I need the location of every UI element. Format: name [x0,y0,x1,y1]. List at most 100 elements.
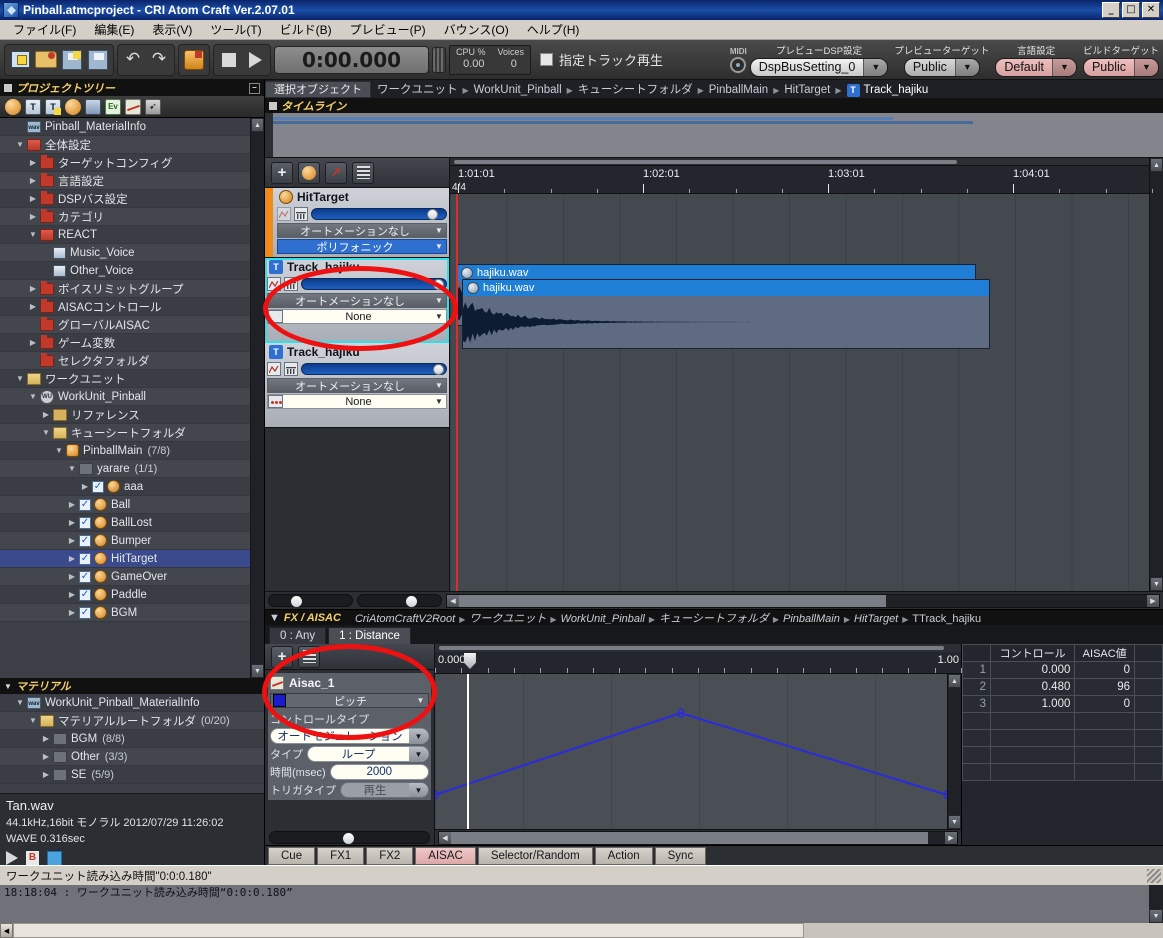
tree-item-yarare[interactable]: ▼ yarare (1/1) [0,460,250,478]
timeline-ruler[interactable]: 1:01:011:02:011:03:011:04:012:04/4 [450,166,1153,194]
breadcrumb-item-4[interactable]: HitTarget [784,84,830,96]
expander-open-icon[interactable]: ▼ [26,392,40,401]
aisac-horizontal-scrollbar[interactable]: ◀ ▶ [438,830,958,845]
tree-item-[interactable]: ▼ 全体設定 [0,136,250,154]
aisac-color-swatch[interactable] [273,694,286,707]
timeline-playhead[interactable] [456,194,458,591]
combo-box[interactable]: Public ▼ [903,57,980,77]
automation-icon[interactable] [277,207,291,221]
table-cell-control[interactable]: 0.480 [989,678,1076,696]
waveform-clip[interactable]: hajiku.wav [462,279,990,349]
open-project-icon[interactable] [34,48,58,72]
timeline-top-scrollbar[interactable] [450,158,1149,166]
breadcrumb-item-3[interactable]: PinballMain [709,84,768,96]
aisac-graph-vertical-scrollbar[interactable]: ▲ ▼ [947,674,961,829]
table-cell-empty[interactable] [989,746,1076,764]
breadcrumb-item-5[interactable]: HitTarget [854,613,898,625]
table-cell-empty[interactable] [962,729,991,747]
tree-item-workunitpinball[interactable]: ▼ WU WorkUnit_Pinball [0,388,250,406]
volume-knob[interactable] [433,279,444,290]
timeline-vertical-scrollbar[interactable]: ▲ ▼ [1149,158,1163,591]
automation-view-button[interactable]: ↗ [325,161,347,184]
track-headers[interactable]: HitTarget オートメーションなし ▼ ポリフォニック ▼ T Track_hajik… [265,188,449,428]
cue-icon[interactable] [65,98,81,115]
menu-item-7[interactable]: ヘルプ(H) [518,19,589,40]
sequence-icon[interactable] [85,98,101,115]
tree-item-gameover[interactable]: ▶ ✓ GameOver [0,568,250,586]
bottom-tabs[interactable]: Cue FX1 FX2 AISAC Selector/Random Action Sync [265,845,1163,865]
log-horizontal-scrollbar[interactable]: ◀ [0,923,1163,938]
aisac-target-combo[interactable]: ピッチ ▼ [270,693,429,708]
save-as-icon[interactable] [60,48,84,72]
expander-closed-icon[interactable]: ▶ [26,302,40,311]
menu-item-3[interactable]: ツール(T) [201,19,270,40]
undo-icon[interactable]: ↶ [121,48,145,72]
table-cell-index[interactable]: 3 [962,695,991,713]
expander-open-icon[interactable]: ▼ [65,464,79,473]
table-cell-index[interactable]: 1 [962,661,991,679]
track-header-0[interactable]: HitTarget オートメーションなし ▼ ポリフォニック ▼ [265,188,449,258]
aisac-point-table[interactable]: コントロール AISAC値 1 0.000 0 2 0.480 96 3 1.000 0 [961,644,1163,845]
track-automation-combo[interactable]: オートメーションなし ▼ [267,293,447,308]
tree-item-bgm[interactable]: ▶ BGM (8/8) [0,730,264,748]
breadcrumb-item-2[interactable]: WorkUnit_Pinball [561,613,645,625]
breadcrumb-item-0[interactable]: CriAtomCraftV2Root [355,613,455,625]
tree-item-checkbox[interactable]: ✓ [79,606,91,619]
bottom-tab-selector-random[interactable]: Selector/Random [477,846,593,865]
tree-item-pinballmaterialinfo[interactable]: wav Pinball_MaterialInfo [0,118,250,136]
tree-item-balllost[interactable]: ▶ ✓ BallLost [0,514,250,532]
tree-item-checkbox[interactable]: ✓ [79,570,91,583]
aisac-graph[interactable] [435,674,947,829]
timeline-scroll-down-button[interactable]: ▼ [1150,577,1163,591]
aisac-control-tabs[interactable]: 0 : Any 1 : Distance [265,625,1163,644]
aisac-graph-top-scrollbar[interactable] [435,644,961,652]
material-collapse-icon[interactable]: ▼ [4,682,12,691]
tree-item-dsp[interactable]: ▶ DSPバス設定 [0,190,250,208]
table-cell-empty[interactable] [989,763,1076,781]
clip-header[interactable]: hajiku.wav [463,280,989,296]
selected-object-button[interactable]: 選択オブジェクト [265,80,371,98]
timeline-overview[interactable] [265,113,1163,158]
tree-item-[interactable]: ▶ ボイスリミットグループ [0,280,250,298]
tree-item-pinballmain[interactable]: ▼ PinballMain (7/8) [0,442,250,460]
track-volume-slider[interactable] [301,278,447,290]
tree-item-[interactable]: ▶ 言語設定 [0,172,250,190]
track-second-combo[interactable]: ポリフォニック ▼ [277,239,447,254]
chevron-down-icon[interactable]: ▼ [954,58,979,76]
breadcrumb-item-1[interactable]: ワークユニット [469,613,546,625]
combo-box[interactable]: DspBusSetting_0 ▼ [749,57,889,77]
chevron-down-icon[interactable]: ▼ [432,296,446,305]
tree-item-checkbox[interactable]: ✓ [92,480,104,493]
new-cue-icon[interactable] [5,98,21,115]
hscroll-left-button[interactable]: ◀ [447,594,459,607]
mute-icon[interactable] [284,277,298,291]
table-row-empty[interactable] [962,763,1163,781]
table-cell-empty[interactable] [1134,763,1163,781]
tree-item-[interactable]: セレクタフォルダ [0,352,250,370]
project-tree-scrollbar[interactable]: ▲ ▼ [250,118,264,678]
expander-closed-icon[interactable]: ▶ [39,770,53,779]
table-cell-value[interactable]: 0 [1074,661,1135,679]
table-cell-empty[interactable] [1074,712,1135,730]
aisac-scroll-down-button[interactable]: ▼ [948,815,961,829]
track-play-checkbox[interactable] [540,53,553,66]
expander-open-icon[interactable]: ▼ [13,698,27,707]
tree-item-aaa[interactable]: ▶ ✓ aaa [0,478,250,496]
tree-item-ball[interactable]: ▶ ✓ Ball [0,496,250,514]
table-cell-empty[interactable] [1074,729,1135,747]
table-row[interactable]: 3 1.000 0 [962,695,1163,713]
aisac-playhead[interactable] [467,674,469,829]
close-button[interactable]: ✕ [1142,2,1160,18]
track-second-combo[interactable]: None ▼ [267,394,447,409]
table-cell-empty[interactable] [1074,763,1135,781]
tree-item-other[interactable]: ▶ Other (3/3) [0,748,264,766]
table-row-empty[interactable] [962,729,1163,747]
chevron-down-icon[interactable]: ▼ [432,397,446,406]
expander-closed-icon[interactable]: ▶ [65,500,79,509]
expander-closed-icon[interactable]: ▶ [65,518,79,527]
combo-box[interactable]: Default ▼ [995,57,1077,77]
material-play-icon[interactable] [6,851,18,866]
bottom-tab-fx1[interactable]: FX1 [317,846,365,865]
table-row-empty[interactable] [962,746,1163,764]
stop-button[interactable] [217,48,241,72]
